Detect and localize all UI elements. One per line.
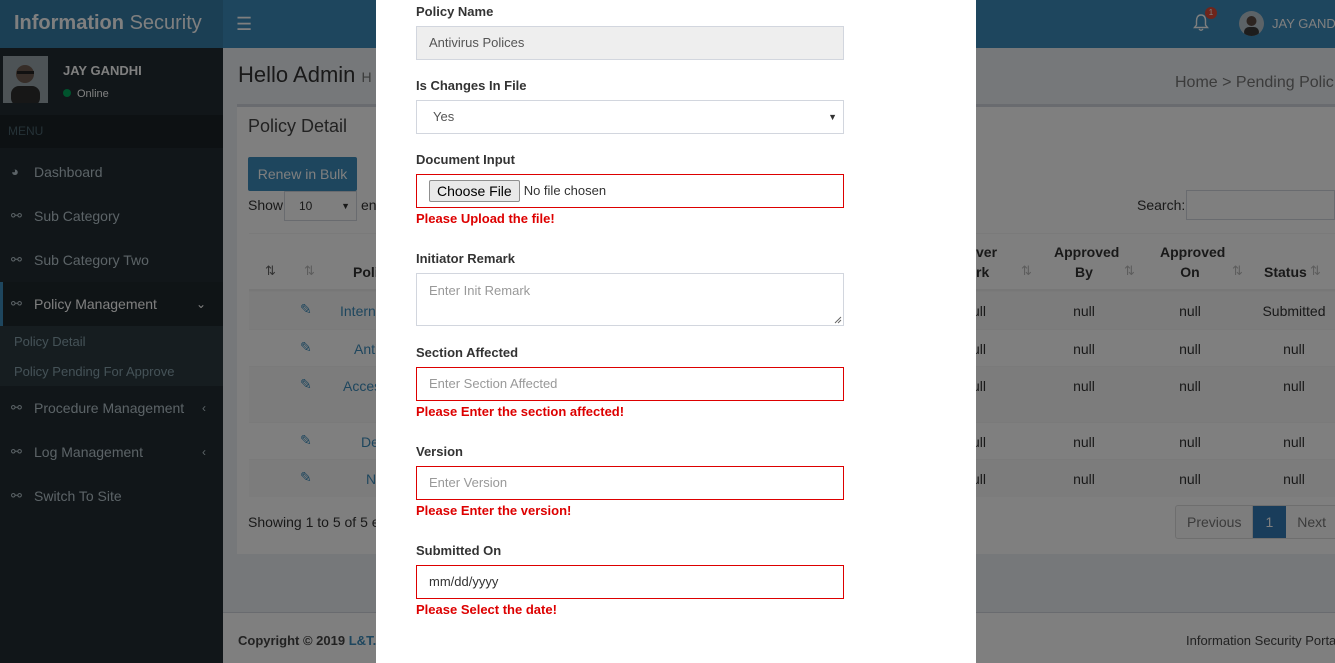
policy-name-field: Antivirus Polices [416,26,844,60]
section-affected-input[interactable]: Enter Section Affected [416,367,844,401]
changes-label: Is Changes In File [416,78,527,93]
document-file-input[interactable]: Choose File No file chosen [416,174,844,208]
submitted-error: Please Select the date! [416,602,557,617]
version-placeholder: Enter Version [429,475,508,490]
file-status: No file chosen [523,183,607,198]
section-error: Please Enter the section affected! [416,404,625,419]
section-placeholder: Enter Section Affected [429,376,558,391]
changes-select-value: Yes [433,109,455,124]
section-affected-label: Section Affected [416,345,519,360]
changes-select[interactable]: Yes ▼ [416,100,844,134]
initiator-remark-label: Initiator Remark [416,251,515,266]
remark-placeholder: Enter Init Remark [429,283,531,298]
version-error: Please Enter the version! [416,503,572,518]
resize-handle-icon[interactable] [834,316,842,324]
submitted-on-label: Submitted On [416,543,502,558]
version-input[interactable]: Enter Version [416,466,844,500]
policy-name-value: Antivirus Polices [429,35,525,50]
version-label: Version [416,444,463,459]
document-input-label: Document Input [416,152,515,167]
submitted-on-date-input[interactable]: mm/dd/yyyy [416,565,844,599]
edit-policy-modal: Policy Name Antivirus Polices Is Changes… [376,0,976,663]
document-error: Please Upload the file! [416,211,555,226]
choose-file-button[interactable]: Choose File [429,180,520,202]
caret-down-icon: ▼ [828,112,837,122]
initiator-remark-textarea[interactable]: Enter Init Remark [416,273,844,326]
date-placeholder: mm/dd/yyyy [429,574,499,589]
policy-name-label: Policy Name [416,4,494,19]
